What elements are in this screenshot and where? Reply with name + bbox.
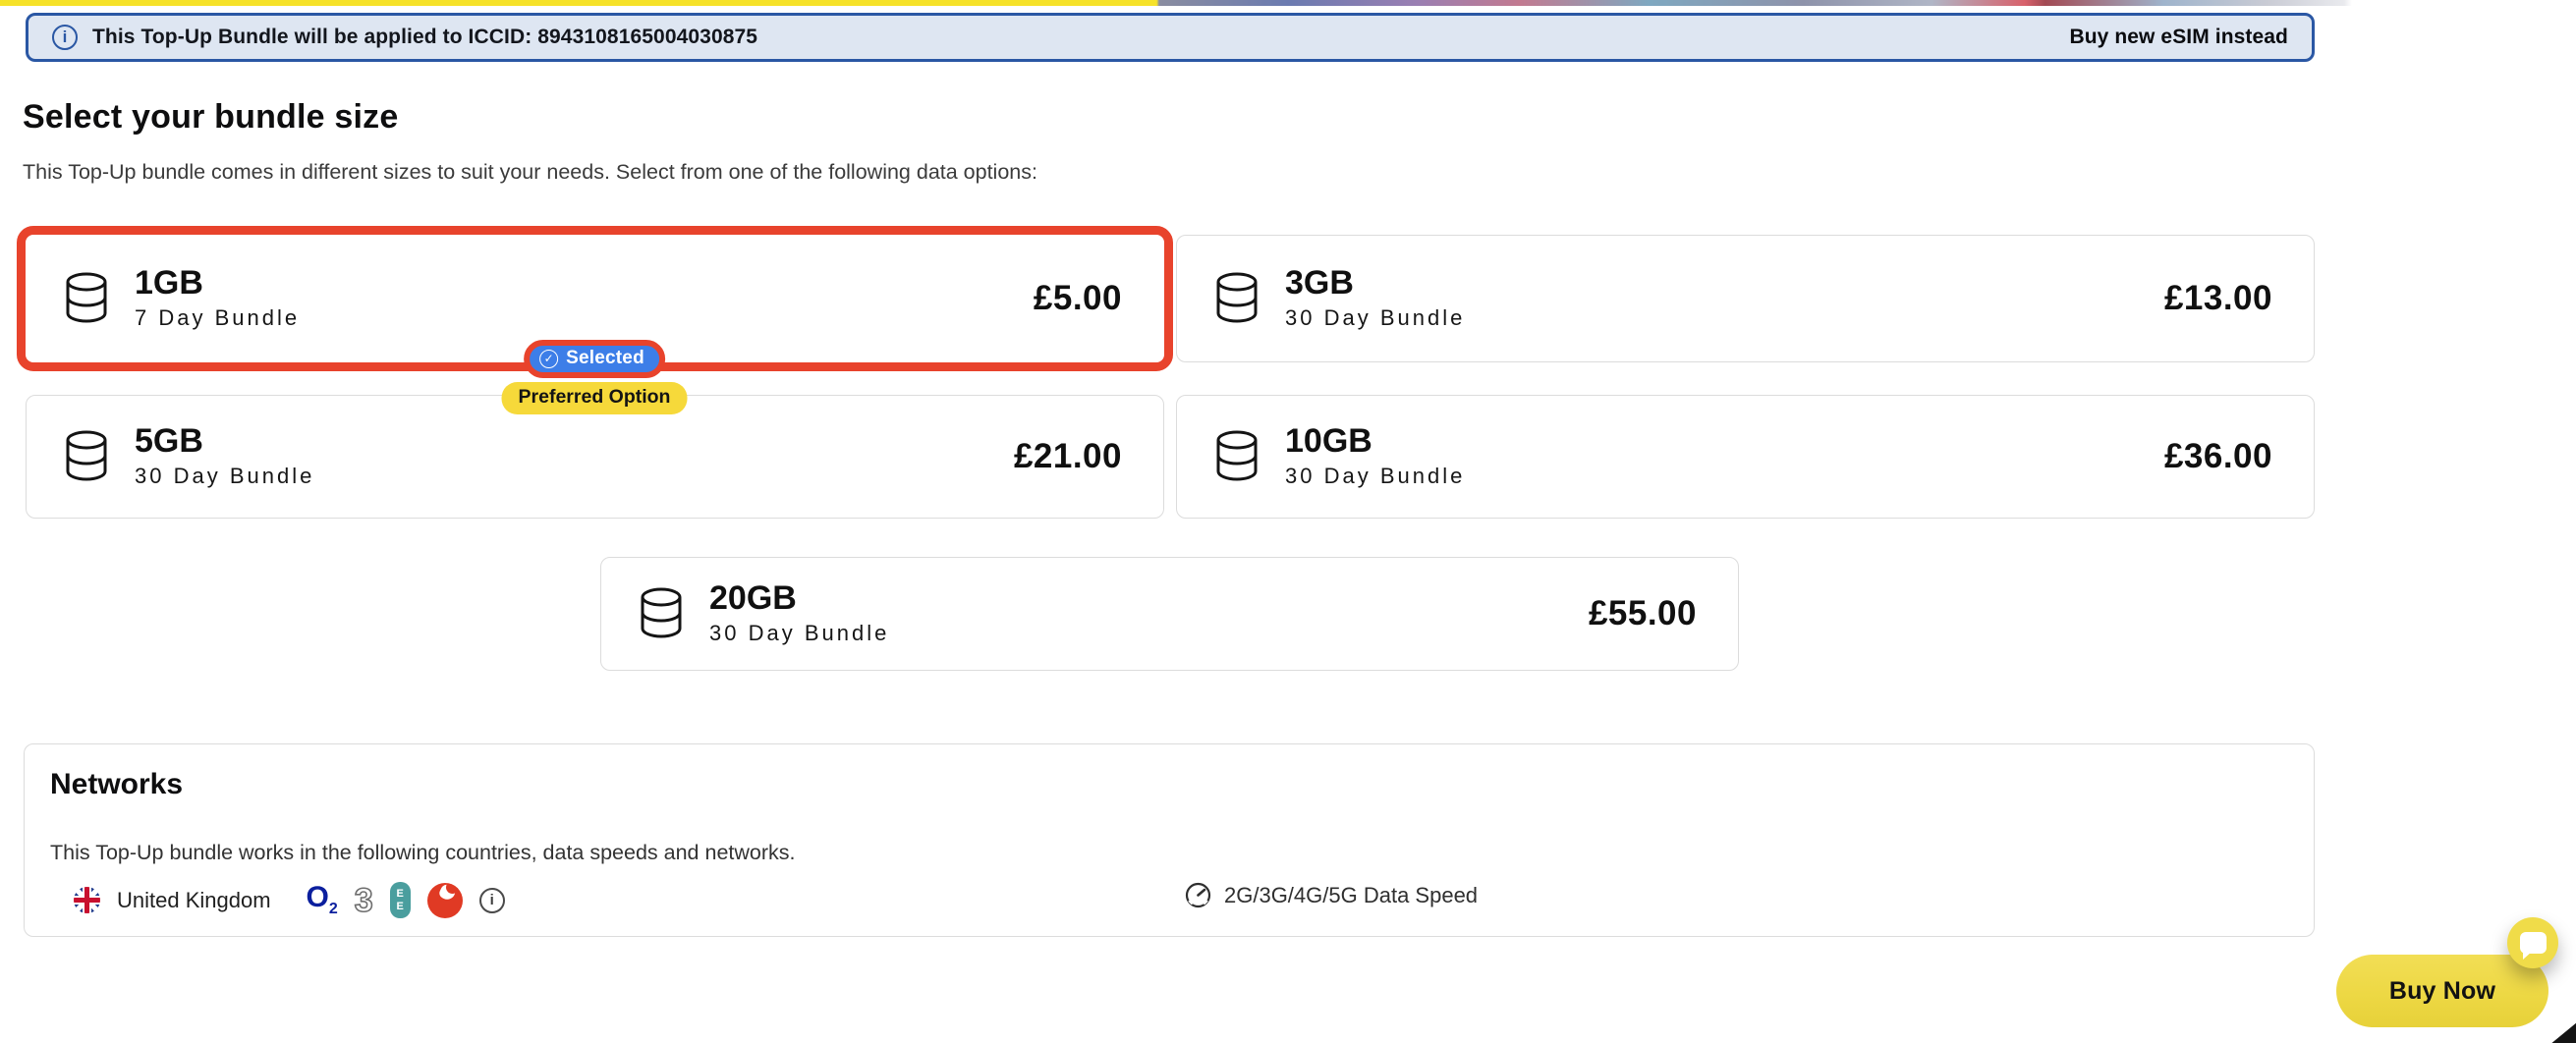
o2-letter: O bbox=[307, 881, 329, 913]
operator-logos: O2 3 E E bbox=[307, 882, 463, 918]
networks-title: Networks bbox=[50, 768, 2288, 801]
info-icon: i bbox=[52, 25, 78, 50]
page-title: Select your bundle size bbox=[23, 98, 399, 137]
bundle-card-10gb[interactable]: 10GB 30 Day Bundle £36.00 bbox=[1176, 395, 2315, 519]
banner-message-group: i This Top-Up Bundle will be applied to … bbox=[52, 25, 757, 50]
bundle-size: 5GB bbox=[135, 424, 314, 460]
bundle-text: 5GB 30 Day Bundle bbox=[135, 424, 314, 490]
cropped-top-content-strip bbox=[0, 0, 2576, 6]
bundle-duration: 30 Day Bundle bbox=[1285, 464, 1465, 489]
selected-badge: ✓ Selected bbox=[524, 340, 665, 378]
country-name: United Kingdom bbox=[117, 888, 271, 913]
country-row: United Kingdom O2 3 E E i bbox=[74, 882, 2274, 918]
iccid-info-banner: i This Top-Up Bundle will be applied to … bbox=[26, 13, 2315, 62]
chat-launcher-button[interactable] bbox=[2507, 917, 2558, 968]
database-icon bbox=[64, 430, 109, 483]
bundle-text: 1GB 7 Day Bundle bbox=[135, 266, 300, 332]
networks-info-icon[interactable]: i bbox=[479, 888, 505, 913]
vodafone-logo-icon bbox=[427, 883, 463, 918]
bundle-size: 3GB bbox=[1285, 266, 1465, 302]
data-speed-label: 2G/3G/4G/5G Data Speed bbox=[1224, 883, 1478, 908]
bundle-price: £55.00 bbox=[1589, 594, 1697, 633]
bundle-size: 1GB bbox=[135, 266, 300, 302]
data-speed-row: 2G/3G/4G/5G Data Speed bbox=[1185, 882, 1478, 908]
bundle-text: 3GB 30 Day Bundle bbox=[1285, 266, 1465, 332]
speedometer-icon bbox=[1185, 882, 1211, 908]
networks-card: Networks This Top-Up bundle works in the… bbox=[24, 743, 2315, 937]
page: i This Top-Up Bundle will be applied to … bbox=[0, 0, 2576, 1043]
bundle-price: £21.00 bbox=[1014, 437, 1122, 476]
page-subtitle: This Top-Up bundle comes in different si… bbox=[23, 160, 1037, 185]
o2-logo-icon: O2 bbox=[307, 883, 338, 917]
ee-logo-icon: E E bbox=[390, 882, 411, 918]
banner-message: This Top-Up Bundle will be applied to IC… bbox=[92, 26, 757, 49]
three-logo-icon: 3 bbox=[355, 884, 373, 917]
preferred-option-badge: Preferred Option bbox=[502, 382, 688, 414]
database-icon bbox=[64, 272, 109, 325]
buy-new-esim-link[interactable]: Buy new eSIM instead bbox=[2069, 26, 2288, 49]
bundle-size: 20GB bbox=[709, 581, 889, 617]
o2-subscript: 2 bbox=[329, 901, 338, 917]
bundle-text: 10GB 30 Day Bundle bbox=[1285, 424, 1465, 490]
bundle-card-20gb[interactable]: 20GB 30 Day Bundle £55.00 bbox=[600, 557, 1739, 671]
ee-letter-top: E bbox=[397, 889, 404, 900]
bundle-duration: 30 Day Bundle bbox=[135, 464, 314, 489]
database-icon bbox=[1214, 430, 1260, 483]
bundle-size: 10GB bbox=[1285, 424, 1465, 460]
bundle-price: £36.00 bbox=[2164, 437, 2272, 476]
database-icon bbox=[1214, 272, 1260, 325]
networks-description: This Top-Up bundle works in the followin… bbox=[50, 841, 2288, 865]
ee-letter-bottom: E bbox=[397, 902, 404, 912]
buy-now-button[interactable]: Buy Now bbox=[2336, 955, 2548, 1027]
database-icon bbox=[639, 587, 684, 640]
bundle-card-3gb[interactable]: 3GB 30 Day Bundle £13.00 bbox=[1176, 235, 2315, 362]
bundle-price: £13.00 bbox=[2164, 279, 2272, 318]
uk-flag-icon bbox=[74, 887, 100, 913]
selected-badge-label: Selected bbox=[566, 348, 644, 369]
bundle-duration: 7 Day Bundle bbox=[135, 305, 300, 331]
chat-bubble-icon bbox=[2520, 932, 2547, 954]
cursor-artifact bbox=[2547, 1021, 2576, 1043]
bundle-text: 20GB 30 Day Bundle bbox=[709, 581, 889, 647]
bundle-price: £5.00 bbox=[1034, 279, 1122, 318]
check-circle-icon: ✓ bbox=[539, 350, 558, 368]
bundle-duration: 30 Day Bundle bbox=[709, 621, 889, 646]
bundle-duration: 30 Day Bundle bbox=[1285, 305, 1465, 331]
